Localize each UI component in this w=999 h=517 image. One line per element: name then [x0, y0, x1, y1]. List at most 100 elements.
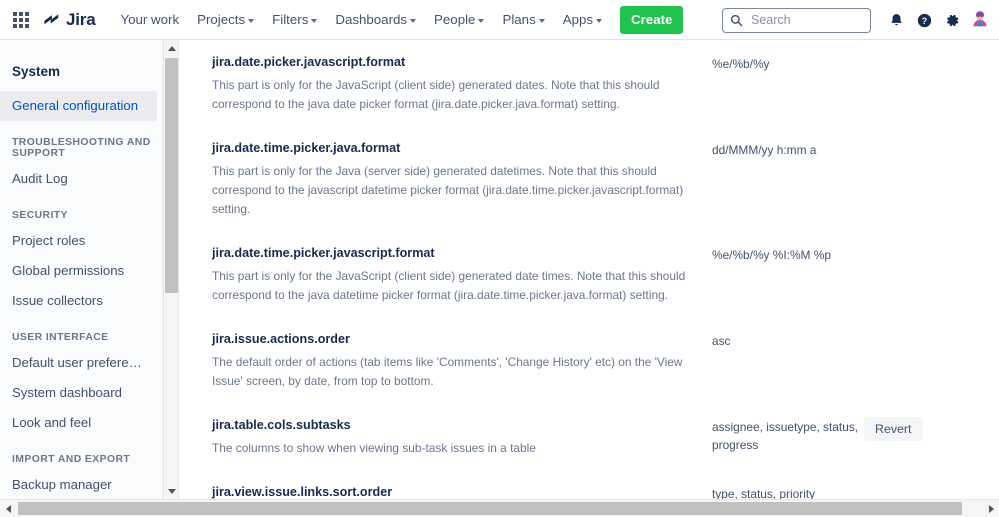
sidebar-item-project-roles[interactable]: Project roles: [0, 226, 157, 256]
property-value: assignee, issuetype, status, progress: [712, 419, 859, 453]
property-key: jira.view.issue.links.sort.order: [212, 484, 393, 499]
brand-name: Jira: [66, 9, 96, 29]
row-main: jira.issue.actions.order The default ord…: [212, 331, 712, 391]
nav-your-work-label: Your work: [120, 12, 180, 27]
settings-table: jira.date.picker.javascript.format This …: [180, 40, 999, 499]
sidebar-item-issue-collectors[interactable]: Issue collectors: [0, 286, 157, 316]
row-main: jira.table.cols.subtasks The columns to …: [212, 417, 712, 458]
property-value: dd/MMM/yy h:mm a: [712, 142, 817, 157]
chevron-down-icon: [311, 18, 318, 23]
triangle-up-icon: [168, 45, 176, 51]
global-search-box[interactable]: [722, 7, 871, 33]
sidebar-title: System: [12, 64, 61, 79]
row-main: jira.date.time.picker.javascript.format …: [212, 245, 712, 305]
sidebar-vertical-scrollbar[interactable]: [163, 40, 179, 499]
nav-plans-label: Plans: [502, 12, 536, 27]
row-main: jira.date.picker.javascript.format This …: [212, 54, 712, 114]
sidebar-section-import-and-export: IMPORT AND EXPORT: [12, 454, 131, 465]
nav-people[interactable]: People: [425, 4, 493, 36]
property-description: This part is only for the JavaScript (cl…: [212, 269, 686, 302]
app-switcher-grid-icon[interactable]: [10, 9, 32, 31]
nav-your-work[interactable]: Your work: [111, 4, 188, 36]
triangle-left-icon: [5, 504, 11, 513]
row-main: jira.date.time.picker.java.format This p…: [212, 140, 712, 219]
search-icon: [730, 14, 743, 26]
chevron-down-icon: [538, 18, 545, 23]
jira-logo-icon: [44, 14, 59, 25]
top-navigation-bar: Jira Your work Projects Filters Dashboar…: [0, 0, 999, 40]
table-row: jira.date.picker.javascript.format This …: [180, 40, 999, 126]
search-input[interactable]: [749, 12, 859, 28]
property-description: This part is only for the JavaScript (cl…: [212, 78, 660, 112]
sidebar-item-global-permissions[interactable]: Global permissions: [0, 256, 157, 286]
triangle-right-icon: [988, 504, 994, 513]
property-description: The default order of actions (tab items …: [212, 355, 683, 388]
property-key: jira.table.cols.subtasks: [212, 417, 351, 432]
sidebar-item-label: Backup manager: [12, 477, 112, 492]
scroll-up-button[interactable]: [164, 40, 180, 56]
table-row: jira.view.issue.links.sort.order Specifi…: [180, 470, 999, 499]
nav-filters-label: Filters: [272, 12, 309, 27]
row-main: jira.view.issue.links.sort.order Specifi…: [212, 484, 712, 499]
settings-gear-icon: [946, 14, 958, 26]
sidebar-item-label: Global permissions: [12, 263, 125, 278]
sidebar-item-label: Project roles: [12, 233, 86, 248]
horizontal-scrollbar-thumb[interactable]: [18, 502, 962, 515]
nav-apps[interactable]: Apps: [554, 4, 611, 36]
property-value: %e/%b/%y: [712, 57, 770, 71]
nav-people-label: People: [434, 12, 476, 27]
jira-logo-home-link[interactable]: Jira: [42, 9, 96, 30]
notifications-bell-icon: [890, 13, 902, 25]
sidebar-item-audit-log[interactable]: Audit Log: [0, 164, 157, 194]
sidebar-item-label: Default user preferences: [12, 355, 157, 370]
triangle-down-icon: [168, 488, 176, 494]
sidebar-item-general-configuration[interactable]: General configuration: [0, 91, 157, 121]
nav-dashboards-label: Dashboards: [335, 12, 408, 27]
scroll-right-button[interactable]: [983, 500, 999, 517]
chevron-down-icon: [596, 18, 603, 23]
property-key: jira.date.time.picker.javascript.format: [212, 245, 435, 260]
chevron-down-icon: [478, 18, 485, 23]
scroll-left-button[interactable]: [0, 500, 16, 517]
sidebar-section-security: SECURITY: [12, 210, 68, 221]
help-button[interactable]: ?: [911, 7, 937, 33]
sidebar-scrollbar-thumb[interactable]: [165, 58, 178, 293]
sidebar-item-default-user-preferences[interactable]: Default user preferences: [0, 348, 157, 378]
property-value: type, status, priority: [712, 486, 816, 499]
admin-sidebar: System General configuration TROUBLESHOO…: [0, 40, 163, 499]
chevron-down-icon: [410, 18, 417, 23]
property-value: %e/%b/%y %I:%M %p: [712, 247, 831, 262]
sidebar-item-label: System dashboard: [12, 385, 122, 400]
nav-plans[interactable]: Plans: [493, 4, 553, 36]
revert-button[interactable]: Revert: [864, 416, 923, 441]
table-row: jira.issue.actions.order The default ord…: [180, 317, 999, 403]
top-navigation-right-group: ?: [722, 0, 991, 40]
table-row: jira.date.time.picker.javascript.format …: [180, 231, 999, 317]
sidebar-item-look-and-feel[interactable]: Look and feel: [0, 408, 157, 438]
sidebar-item-label: General configuration: [12, 98, 139, 113]
scroll-down-button[interactable]: [164, 483, 180, 499]
notifications-bell-button[interactable]: [883, 7, 909, 33]
user-avatar[interactable]: [969, 9, 991, 31]
chevron-down-icon: [248, 18, 255, 23]
sidebar-item-label: Audit Log: [12, 171, 68, 186]
sidebar-item-label: Look and feel: [12, 415, 92, 430]
property-description: The columns to show when viewing sub-tas…: [212, 440, 536, 455]
nav-filters[interactable]: Filters: [263, 4, 326, 36]
nav-projects-label: Projects: [197, 12, 246, 27]
table-row: jira.table.cols.subtasks The columns to …: [180, 403, 999, 470]
nav-dashboards[interactable]: Dashboards: [326, 4, 425, 36]
property-key: jira.date.picker.javascript.format: [212, 55, 406, 69]
property-key: jira.issue.actions.order: [212, 331, 350, 346]
svg-text:?: ?: [921, 15, 926, 25]
property-value: asc: [712, 333, 731, 348]
help-question-icon: ?: [917, 13, 931, 27]
sidebar-item-label: Issue collectors: [12, 293, 103, 308]
sidebar-item-backup-manager[interactable]: Backup manager: [0, 470, 157, 499]
sidebar-item-system-dashboard[interactable]: System dashboard: [0, 378, 157, 408]
nav-projects[interactable]: Projects: [188, 4, 263, 36]
create-button[interactable]: Create: [620, 5, 684, 34]
settings-button[interactable]: [939, 7, 965, 33]
property-key: jira.date.time.picker.java.format: [212, 140, 401, 155]
page-horizontal-scrollbar[interactable]: [0, 499, 999, 517]
